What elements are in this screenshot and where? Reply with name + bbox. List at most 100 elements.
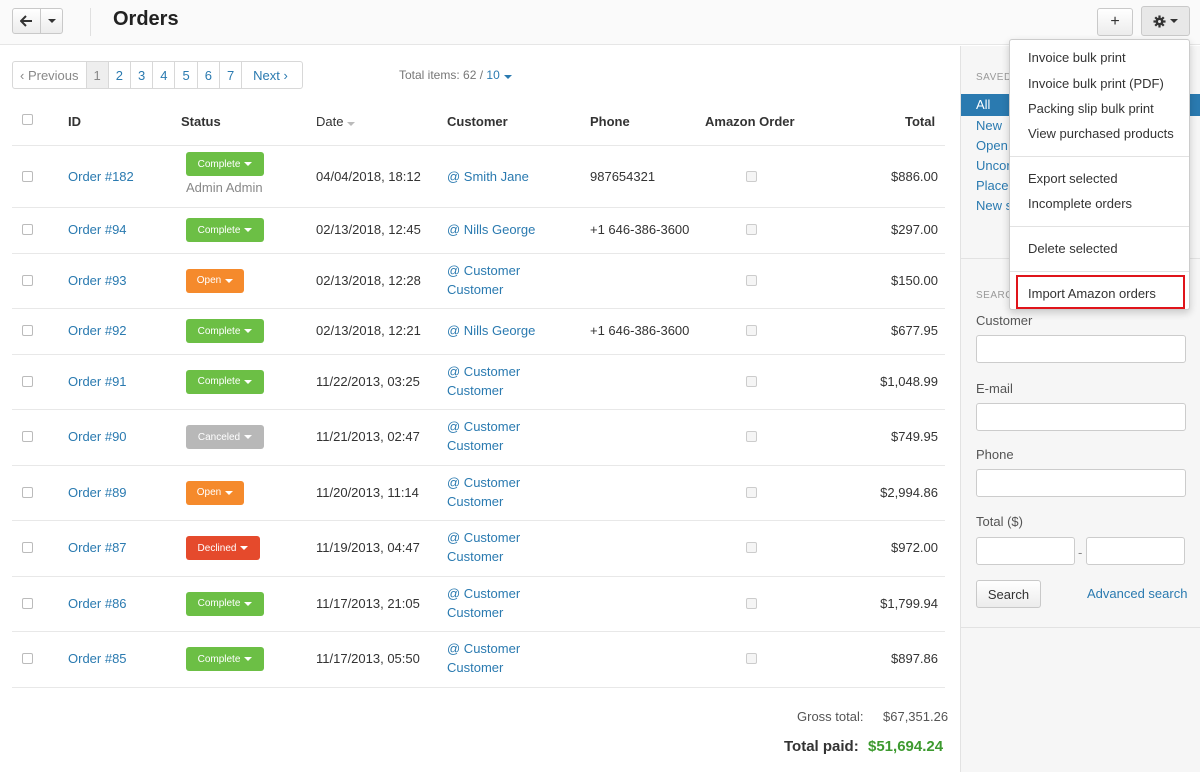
customer-name-line2[interactable]: Customer [447,383,503,398]
next-page-link[interactable]: Next › [242,62,302,88]
order-date: 11/20/2013, 11:14 [316,484,419,500]
order-link[interactable]: Order #92 [68,323,127,338]
add-order-button[interactable]: + [1097,8,1133,36]
row-checkbox[interactable] [22,170,33,182]
row-divider [12,631,945,632]
customer-link[interactable]: @ Nills George [447,323,535,338]
customer-link[interactable]: @ Customer [447,364,520,379]
menu-item-invoice-bulk-print-pdf[interactable]: Invoice bulk print (PDF) [1028,76,1164,91]
menu-item-invoice-bulk-print[interactable]: Invoice bulk print [1028,50,1126,65]
page-6[interactable]: 6 [198,62,220,88]
order-total: $897.86 [891,651,938,666]
total-to-input[interactable] [1086,537,1185,565]
customer-link[interactable]: @ Customer [447,530,520,545]
sidebar-divider [961,627,1200,628]
status-dropdown[interactable]: Declined [186,536,260,560]
row-checkbox[interactable] [22,542,33,553]
customer-link[interactable]: @ Customer [447,419,520,434]
row-checkbox[interactable] [22,486,33,498]
customer-name-line2[interactable]: Customer [447,494,503,509]
order-date: 02/13/2018, 12:21 [316,323,421,338]
row-checkbox[interactable] [22,597,33,609]
advanced-search-link[interactable]: Advanced search [1087,586,1187,601]
menu-item-incomplete-orders[interactable]: Incomplete orders [1028,196,1132,211]
row-checkbox[interactable] [22,653,33,664]
status-dropdown[interactable]: Open [186,480,244,505]
row-checkbox[interactable] [22,325,33,336]
status-dropdown[interactable]: Canceled [186,425,264,449]
customer-link[interactable]: @ Smith Jane [447,169,529,184]
customer-name-line2[interactable]: Customer [447,282,503,297]
status-dropdown[interactable]: Complete [186,218,264,242]
customer-link[interactable]: @ Customer [447,263,520,278]
amazon-order-checkbox [746,486,757,498]
order-link[interactable]: Order #87 [68,540,127,555]
customer-input[interactable] [976,335,1186,363]
settings-dropdown-button[interactable] [1141,6,1190,36]
menu-divider [1010,156,1189,157]
row-checkbox[interactable] [22,274,33,286]
select-all-checkbox[interactable] [22,114,33,125]
previous-page-link[interactable]: ‹ Previous [13,62,87,88]
row-checkbox[interactable] [22,375,33,387]
menu-item-delete-selected[interactable]: Delete selected [1028,241,1118,256]
customer-link[interactable]: @ Customer [447,475,520,490]
amazon-order-checkbox [746,431,757,442]
order-total: $1,048.99 [880,373,938,389]
order-total: $677.95 [891,323,938,338]
amazon-order-checkbox [746,224,757,235]
order-link[interactable]: Order #91 [68,374,127,389]
menu-item-export-selected[interactable]: Export selected [1028,171,1118,186]
customer-name-line2[interactable]: Customer [447,438,503,453]
menu-item-packing-slip-bulk-print[interactable]: Packing slip bulk print [1028,101,1154,116]
order-link[interactable]: Order #89 [68,485,127,500]
phone-number: +1 646-386-3600 [590,222,690,237]
items-per-page-dropdown[interactable]: 10 [486,68,512,82]
page-4[interactable]: 4 [153,62,176,88]
back-history-dropdown[interactable] [41,8,63,34]
chevron-down-icon [244,162,253,166]
status-dropdown[interactable]: Complete [186,319,264,343]
row-divider [12,207,945,208]
order-link[interactable]: Order #90 [68,429,127,444]
chevron-down-icon [240,546,249,550]
page-2[interactable]: 2 [109,62,131,88]
email-input[interactable] [976,403,1186,431]
order-total: $749.95 [891,429,938,444]
customer-name-line2[interactable]: Customer [447,605,503,620]
status-dropdown[interactable]: Complete [186,152,264,176]
customer-name-line2[interactable]: Customer [447,660,503,675]
customer-label: Customer [976,313,1033,328]
row-checkbox[interactable] [22,431,33,442]
order-link[interactable]: Order #93 [68,273,127,288]
status-dropdown[interactable]: Open [186,268,244,293]
row-checkbox[interactable] [22,224,33,235]
order-link[interactable]: Order #85 [68,651,127,666]
customer-link[interactable]: @ Customer [447,641,520,656]
order-date: 11/22/2013, 03:25 [316,373,420,389]
column-header-date[interactable]: Date [316,114,356,129]
row-divider [12,354,945,355]
status-dropdown[interactable]: Complete [186,647,264,671]
order-link[interactable]: Order #86 [68,596,127,611]
search-button[interactable]: Search [976,580,1041,608]
sort-desc-icon [347,122,356,126]
status-dropdown[interactable]: Complete [186,591,264,616]
page-7[interactable]: 7 [220,62,243,88]
chevron-down-icon [244,657,253,661]
customer-link[interactable]: @ Customer [447,586,520,601]
phone-input[interactable] [976,469,1186,497]
customer-link[interactable]: @ Nills George [447,222,535,237]
page-5[interactable]: 5 [175,62,198,88]
order-link[interactable]: Order #182 [68,169,134,184]
status-dropdown[interactable]: Complete [186,369,264,394]
total-from-input[interactable] [976,537,1075,565]
back-button-group [12,8,63,34]
page-1[interactable]: 1 [86,62,109,88]
menu-item-view-purchased-products[interactable]: View purchased products [1028,126,1174,141]
total-items-label: Total items: 62 / [399,68,484,82]
customer-name-line2[interactable]: Customer [447,549,503,564]
back-button[interactable] [12,8,41,34]
order-link[interactable]: Order #94 [68,222,127,237]
page-3[interactable]: 3 [131,62,154,88]
